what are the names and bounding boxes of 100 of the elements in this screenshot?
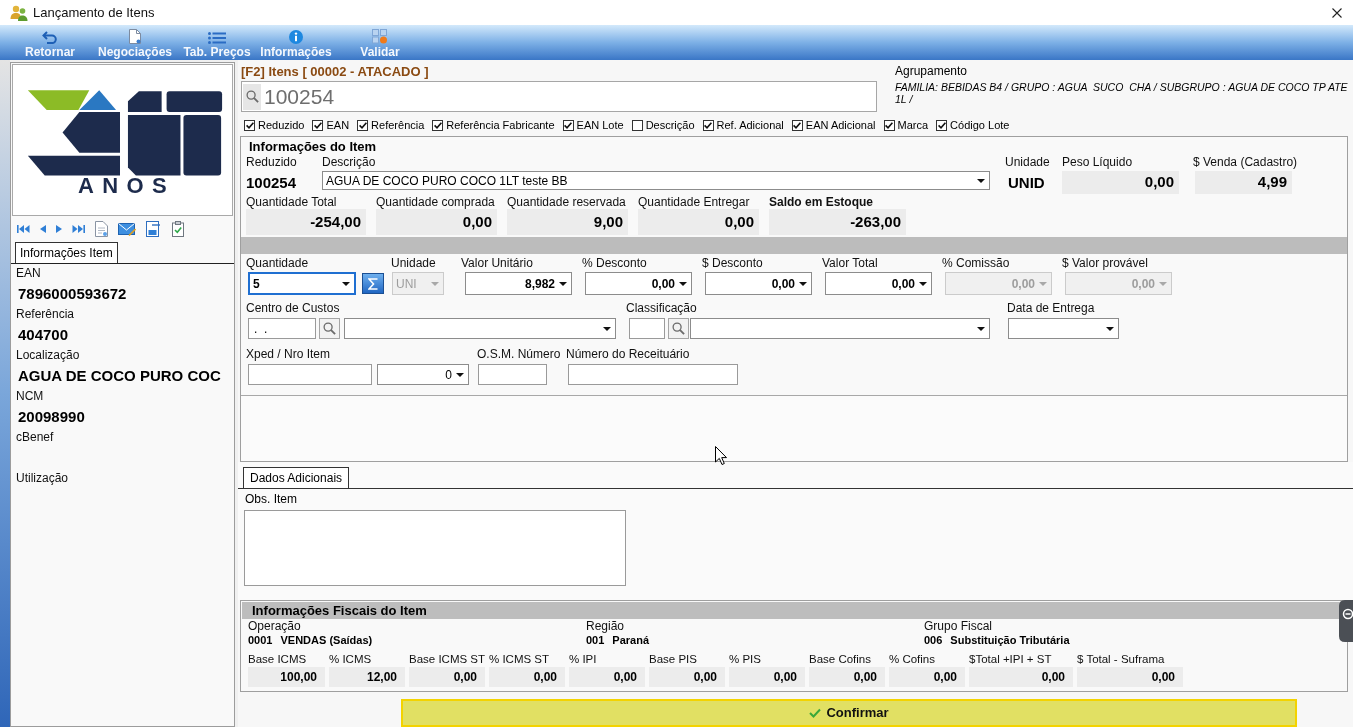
checkbox[interactable] [432,119,444,131]
combo-box[interactable]: 0,00 [825,272,932,295]
search-button[interactable] [668,318,689,339]
combo-box[interactable]: 8,982 [465,272,572,295]
combo-box[interactable] [690,318,990,339]
readonly-field: 0,00 [729,667,805,687]
check-icon [433,121,442,129]
readonly-field: 100,00 [248,667,325,687]
caret-icon [977,326,985,331]
document-icon[interactable] [95,221,108,237]
field-label: % PIS [729,652,762,666]
readonly-field: 0,00 [638,209,759,235]
checkbox-label: EAN Adicional [805,118,876,132]
last-record-icon[interactable] [72,225,85,233]
window-title: Lançamento de Itens [33,3,155,22]
text-input[interactable] [478,364,547,385]
text-input[interactable]: . . [248,318,316,339]
text-input[interactable] [568,364,738,385]
list-icon [208,32,226,44]
fiscal-code: 001 [586,633,605,649]
combo-box[interactable]: 5 [248,272,356,295]
close-icon [1332,7,1342,18]
field-label: Quantidade Total [246,195,338,209]
caret-icon [799,281,807,286]
text-input[interactable] [629,318,665,339]
confirm-button[interactable]: Confirmar [401,699,1297,727]
field-label: Quantidade comprada [376,195,496,209]
checkbox-label: EAN Lote [576,118,624,132]
tab[interactable]: Informações Item [15,242,118,263]
caret-icon [919,281,927,286]
combo-box[interactable]: 0 [377,364,469,385]
check-icon [245,121,254,129]
field-label: Base PIS [649,652,698,666]
grouping-text: FAMILIA: BEBIDAS B4 / GRUPO : AGUA SUCO CHA / SUBGRUPO : AGUA DE COCO TP ATE 1L / [895,81,1349,105]
sum-button[interactable] [362,273,384,294]
search-button[interactable] [319,318,340,339]
field-label: $Total +IPI + ST [969,652,1053,666]
checkbox[interactable] [936,119,948,131]
field-label: Classificação [626,301,698,315]
combo-box[interactable] [1008,318,1119,339]
notes-textarea[interactable] [244,510,626,586]
field-value: 20098990 [17,407,86,427]
checkbox[interactable] [702,119,714,131]
checkbox-label: Reduzido [258,118,305,132]
field-label: Xped / Nro Item [246,347,332,361]
checkbox-label: Marca [897,118,929,132]
field-label: Valor Total [822,256,879,270]
field-label: Centro de Custos [246,301,341,315]
checkbox[interactable] [244,119,255,131]
collapse-handle-icon[interactable] [1339,600,1353,642]
field-label: Saldo em Estoque [769,195,875,209]
document-icon[interactable] [146,221,162,237]
fiscal-value: Substituição Tributária [950,633,1070,649]
previous-record-icon[interactable] [40,225,46,233]
caret-icon [559,281,567,286]
field-label: % Desconto [582,256,648,270]
readonly-field: 0,00 [809,667,885,687]
envelope-icon[interactable] [118,222,136,236]
checkbox-label: Referência Fabricante [446,118,555,132]
field-label: O.S.M. Número [477,347,562,361]
field-label: Valor Unitário [461,256,534,270]
readonly-field: 0,00 [409,667,485,687]
readonly-field: 9,00 [507,209,628,235]
check-icon [793,121,802,129]
fiscal-code: 0001 [248,633,273,649]
field-label: Base ICMS ST [409,652,485,666]
search-field[interactable]: 100254 [241,81,877,112]
field-label: $ Venda (Cadastro) [1193,155,1298,169]
field-label: Operação [248,619,302,633]
combo-box[interactable]: 0,00 [705,272,812,295]
field-label: $ Desconto [702,256,764,270]
checkbox[interactable] [791,119,803,131]
checkbox[interactable] [562,119,574,131]
checkbox[interactable] [883,119,895,131]
fiscal-value: Paraná [612,633,650,649]
check-icon [358,121,367,129]
checkbox[interactable] [312,119,324,131]
field-label: Peso Líquido [1062,155,1134,169]
field-value: UNID [1007,173,1046,193]
next-record-icon[interactable] [56,225,62,233]
readonly-field: 0,00 [889,667,965,687]
text-input[interactable] [248,364,372,385]
tab[interactable]: Dados Adicionais [243,467,350,488]
clipboard-check-icon[interactable] [172,221,184,237]
field-label: Referência [16,306,76,323]
combo-box[interactable]: 0,00 [585,272,692,295]
first-record-icon[interactable] [17,225,30,233]
field-label: Descrição [322,155,377,169]
field-label: Agrupamento [895,64,969,78]
readonly-field: 0,00 [489,667,565,687]
field-label: Quantidade Entregar [638,195,751,209]
readonly-field: 0,00 [376,209,497,235]
checkbox[interactable] [357,119,369,131]
field-label: cBenef [16,429,55,446]
readonly-field: 0,00 [649,667,725,687]
readonly-field: 0,00 [569,667,645,687]
combo-box[interactable]: AGUA DE COCO PURO COCO 1LT teste BB [322,171,990,190]
checkbox-label: Código Lote [950,118,1010,132]
checkbox[interactable] [631,119,643,131]
combo-box[interactable] [344,318,616,339]
